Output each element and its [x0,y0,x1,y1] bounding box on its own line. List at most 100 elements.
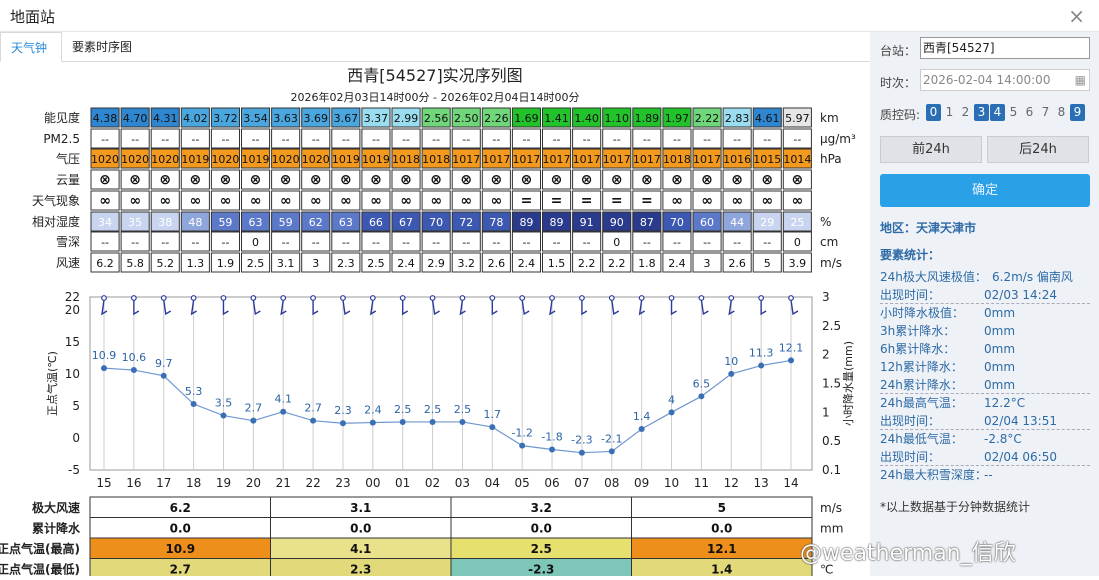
wind-barb [521,299,530,316]
y2-tick-label: 1 [822,405,830,419]
temperature-data-label: 9.7 [155,357,173,370]
cell-value: -- [402,133,410,146]
temperature-data-label: 2.7 [304,402,322,415]
cell-value: 1.10 [605,112,630,125]
x-tick-label: 12 [724,476,739,490]
cell-value: 1019 [242,153,270,166]
wind-barb-station [728,295,735,301]
cell-value: ⊗ [490,172,502,188]
summary-row-label: 极大风速 [32,500,80,515]
cell-value: -- [252,133,260,146]
cell-value: 63 [339,216,353,229]
qc-code-3[interactable]: 3 [974,104,989,121]
temperature-point [668,409,675,416]
cell-value: 1.97 [665,112,690,125]
qc-code-2[interactable]: 2 [958,104,973,121]
cell-value: ∞ [370,193,382,209]
temperature-point [698,393,705,400]
cell-value: 2.6 [728,257,746,270]
cell-value: 3.67 [334,112,359,125]
temperature-point [788,357,795,364]
x-tick-label: 19 [216,476,231,490]
temperature-point [549,446,556,453]
station-input[interactable]: 西青[54527] [920,37,1090,59]
stat-key: 出现时间： [880,414,941,428]
next-24h-button[interactable]: 后24h [987,136,1089,163]
wind-barb-station [519,295,526,301]
temperature-point [339,420,346,427]
wind-barb [581,300,588,316]
x-tick-label: 06 [544,476,559,490]
temperature-data-label: 5.3 [185,385,203,398]
qc-code-0[interactable]: 0 [926,104,941,121]
cell-value: 1017 [603,153,631,166]
summary-value: 6.2 [170,501,191,515]
cell-value: 1.3 [187,257,205,270]
temperature-data-label: -2.3 [571,434,592,447]
tab-time-series[interactable]: 要素时序图 [62,32,142,62]
x-tick-label: 03 [455,476,470,490]
stat-row: 出现时间： 02/04 13:51 [880,412,1090,430]
cell-value: 0 [613,236,620,249]
temperature-data-label: 3.5 [215,397,233,410]
cell-value: 1017 [633,153,661,166]
qc-code-6[interactable]: 6 [1022,104,1037,121]
y2-tick-label: 3 [822,290,830,304]
stats-note: *以上数据基于分钟数据统计 [880,500,1031,514]
stat-key: 12h累计降水： [880,360,963,374]
cell-value: 1017 [482,153,510,166]
qc-code-5[interactable]: 5 [1006,104,1021,121]
prev-24h-button[interactable]: 前24h [880,136,982,163]
wind-barb-station [310,295,316,301]
confirm-button[interactable]: 确定 [880,174,1090,207]
temperature-point [608,448,615,455]
wind-barb [402,300,409,316]
qc-code-1[interactable]: 1 [942,104,957,121]
temperature-point [728,370,735,377]
time-input[interactable]: 2026-02-04 14:00:00 ▦ [920,69,1090,91]
x-tick-label: 10 [664,476,679,490]
cell-value: ⊗ [400,172,412,188]
temperature-data-label: 2.5 [424,403,442,416]
wind-barb-station [638,295,645,301]
cell-value: -- [613,133,621,146]
cell-value: 1.89 [635,112,660,125]
cell-value: ∞ [250,193,262,209]
cell-value: -- [583,133,591,146]
cell-value: ∞ [430,193,442,209]
cell-value: ⊗ [641,172,653,188]
cell-value: ⊗ [731,172,743,188]
tab-weather-clock[interactable]: 天气钟 [0,32,62,62]
cell-value: -- [432,133,440,146]
row-label: 雪深 [56,235,80,249]
region-label: 地区：天津天津市 [880,221,977,235]
stat-value: 12.2°C [984,396,1026,410]
row-label: 相对湿度 [32,214,80,229]
temperature-data-label: 12.1 [779,341,804,354]
qc-code-9[interactable]: 9 [1070,104,1085,121]
cell-value: 89 [550,216,564,229]
calendar-icon[interactable]: ▦ [1075,70,1086,90]
cell-value: -- [161,236,169,249]
cell-value: 87 [640,216,654,229]
stat-value: -2.8°C [984,432,1022,446]
temperature-data-label: 10.6 [122,351,147,364]
wind-barb [700,299,709,316]
summary-value: 0.0 [170,522,191,536]
cell-value: -- [342,236,350,249]
qc-code-7[interactable]: 7 [1038,104,1053,121]
cell-value: 2.2 [578,257,596,270]
qc-code-8[interactable]: 8 [1054,104,1069,121]
close-icon[interactable]: × [1068,4,1085,28]
stat-row: 24h极大风速极值： 6.2m/s 偏南风 [880,268,1090,286]
cell-value: 72 [459,216,473,229]
stat-row: 24h最高气温： 12.2°C [880,394,1090,412]
wind-barb [760,300,767,316]
stat-row: 12h累计降水： 0mm [880,358,1090,376]
cell-value: 3.72 [213,112,238,125]
stat-value: 02/04 06:50 [984,450,1057,464]
cell-value: -- [432,236,440,249]
qc-code-4[interactable]: 4 [990,104,1005,121]
x-tick-label: 09 [634,476,649,490]
temperature-data-label: 4 [668,393,675,406]
